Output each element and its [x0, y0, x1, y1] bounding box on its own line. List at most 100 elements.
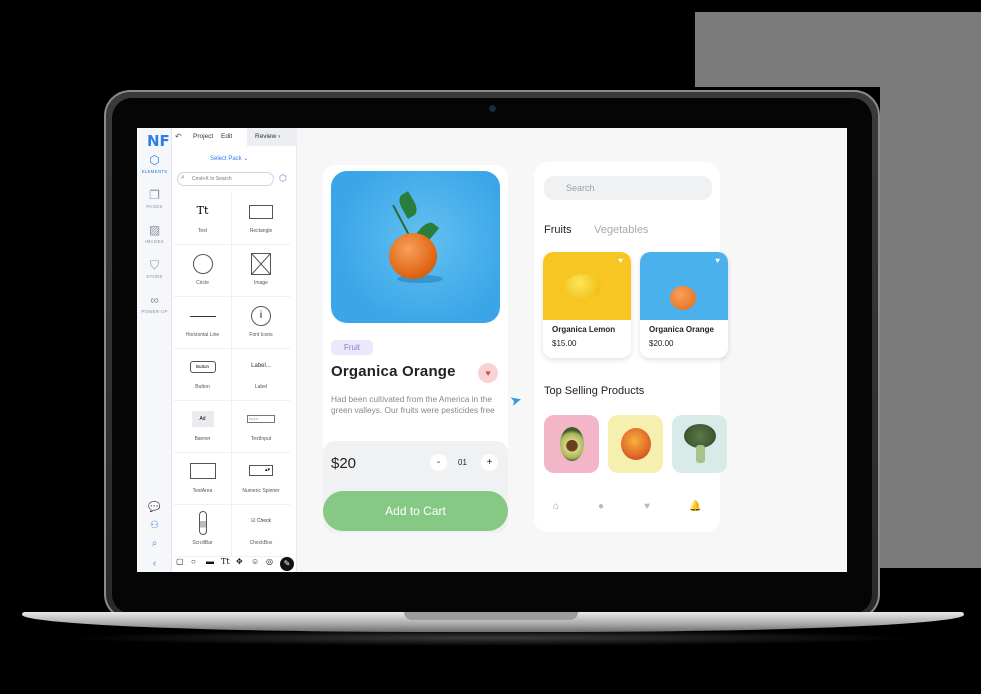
rail-item-images[interactable]: ▨ IMAGES: [137, 223, 172, 244]
component-textinput[interactable]: Input TextInput: [232, 401, 290, 453]
component-label: Font Icons: [249, 332, 273, 338]
component-label[interactable]: Label... Label: [232, 349, 290, 401]
pen-tool-icon[interactable]: ✎: [280, 557, 294, 571]
component-label: CheckBox: [249, 540, 273, 546]
user-icon[interactable]: ⚇: [137, 520, 172, 531]
button-preview: Button: [189, 361, 216, 373]
product-detail-card[interactable]: Fruit Organica Orange ♥ Had been cultiva…: [323, 165, 508, 533]
tab-fruits[interactable]: Fruits: [544, 224, 572, 236]
product-card-lemon[interactable]: ♥ Organica Lemon $15.00: [543, 252, 631, 358]
rail-item-label: PAGES: [146, 204, 163, 209]
scrollbar-icon: [198, 511, 207, 535]
favorite-heart-icon[interactable]: ♥: [478, 363, 498, 383]
component-font-icons[interactable]: i Font Icons: [232, 297, 290, 349]
select-pack-dropdown[interactable]: Select Pack ⌄: [210, 155, 248, 162]
rail-item-elements[interactable]: ⬡ ELEMENTS: [137, 153, 172, 174]
review-button[interactable]: Review ›: [247, 128, 297, 146]
component-label: TextArea: [192, 488, 213, 494]
pages-icon: ❐: [149, 188, 160, 202]
card-name: Organica Lemon: [552, 325, 616, 334]
spinner-icon: ▴▾: [249, 465, 273, 476]
product-card-orange[interactable]: ♥ Organica Orange $20.00: [640, 252, 728, 358]
favorites-icon[interactable]: ♥: [644, 501, 650, 512]
background-block: [880, 86, 981, 568]
rail-item-power-up[interactable]: ∞ POWER-UP: [137, 293, 172, 314]
component-circle[interactable]: Circle: [174, 245, 232, 297]
banner-preview: Ad: [191, 411, 214, 427]
line-tool-icon[interactable]: ▬: [206, 557, 214, 566]
profile-icon[interactable]: ●: [598, 501, 604, 512]
mango-tile[interactable]: [608, 415, 663, 473]
component-button[interactable]: Button Button: [174, 349, 232, 401]
camera: [489, 105, 496, 112]
broccoli-stem: [696, 445, 705, 463]
decrease-button[interactable]: -: [430, 454, 447, 471]
product-price: $20: [331, 455, 357, 472]
mouse-cursor-icon: ➤: [507, 390, 524, 410]
move-tool-icon[interactable]: ✥: [236, 557, 243, 566]
info-icon: i: [251, 306, 271, 326]
rail-item-label: ELEMENTS: [141, 169, 168, 174]
text-tool-icon[interactable]: Tt: [221, 557, 230, 566]
component-label: Numeric Spinner: [242, 488, 280, 494]
purchase-panel: $20 - 01 + Add to Cart: [323, 441, 508, 533]
heart-icon[interactable]: ♥: [715, 256, 720, 265]
component-textarea[interactable]: TextArea: [174, 453, 232, 505]
component-label: Rectangle: [249, 228, 273, 234]
rail-item-pages[interactable]: ❐ PAGES: [137, 188, 172, 209]
rail-item-store[interactable]: ⛉ STORE: [137, 258, 172, 279]
component-horizontal-line[interactable]: Horizontal Line: [174, 297, 232, 349]
images-icon: ▨: [148, 223, 161, 237]
zoom-icon[interactable]: ⌕: [137, 538, 172, 549]
avocado-tile[interactable]: [544, 415, 599, 473]
background-block: [695, 12, 981, 87]
component-banner[interactable]: Ad Banner: [174, 401, 232, 453]
checkbox-preview: ☑ Check: [250, 518, 272, 524]
cube-icon: ⬡: [149, 153, 160, 167]
broccoli-tile[interactable]: [672, 415, 727, 473]
search-icon: ⌕: [181, 174, 185, 181]
store-search-input[interactable]: Search: [544, 176, 712, 200]
card-price: $20.00: [649, 339, 674, 348]
increase-button[interactable]: +: [481, 454, 498, 471]
component-label: Label: [254, 384, 268, 390]
component-text[interactable]: Tt Text: [174, 193, 232, 245]
add-to-cart-button[interactable]: Add to Cart: [323, 491, 508, 531]
heart-icon[interactable]: ♥: [618, 256, 623, 265]
emoji-tool-icon[interactable]: ☺: [251, 557, 259, 566]
circle-tool-icon[interactable]: ○: [191, 557, 196, 566]
elements-panel: ↶ Project Edit Review › Select Pack ⌄ ⌕ …: [172, 128, 297, 572]
rail-item-label: STORE: [146, 274, 163, 279]
target-tool-icon[interactable]: ◎: [266, 557, 273, 566]
tab-vegetables[interactable]: Vegetables: [594, 224, 648, 236]
home-icon[interactable]: ⌂: [553, 501, 559, 512]
component-numeric-spinner[interactable]: ▴▾ Numeric Spinner: [232, 453, 290, 505]
chat-icon[interactable]: 💬: [137, 502, 172, 513]
rectangle-icon: [249, 205, 273, 219]
component-label: Horizontal Line: [185, 332, 220, 338]
card-name: Organica Orange: [649, 325, 714, 334]
store-screen[interactable]: Search Fruits Vegetables ♥ Organica Lemo…: [534, 162, 728, 532]
component-scrollbar[interactable]: ScrollBar: [174, 505, 232, 557]
component-checkbox[interactable]: ☑ Check CheckBox: [232, 505, 290, 557]
rail-item-label: POWER-UP: [141, 309, 168, 314]
design-canvas[interactable]: Fruit Organica Orange ♥ Had been cultiva…: [297, 128, 847, 572]
undo-icon[interactable]: ↶: [175, 132, 182, 141]
component-label: ScrollBar: [192, 540, 213, 546]
component-rectangle[interactable]: Rectangle: [232, 193, 290, 245]
notifications-icon[interactable]: 🔔: [689, 501, 701, 512]
collapse-icon[interactable]: ‹: [137, 558, 172, 569]
quantity-value: 01: [458, 458, 467, 467]
component-label: Image: [254, 280, 268, 286]
laptop-notch: [404, 612, 578, 620]
textinput-preview: Input: [247, 415, 275, 423]
square-tool-icon[interactable]: ▢: [176, 557, 184, 566]
package-icon[interactable]: ⬡: [279, 173, 287, 184]
checkbox-text: Check: [256, 518, 272, 524]
component-search-input[interactable]: ⌕ Cmd+K to Search: [177, 172, 274, 186]
project-menu[interactable]: Project: [193, 133, 213, 140]
component-image[interactable]: Image: [232, 245, 290, 297]
store-icon: ⛉: [149, 258, 159, 272]
edit-menu[interactable]: Edit: [221, 133, 232, 140]
mango: [621, 428, 651, 460]
